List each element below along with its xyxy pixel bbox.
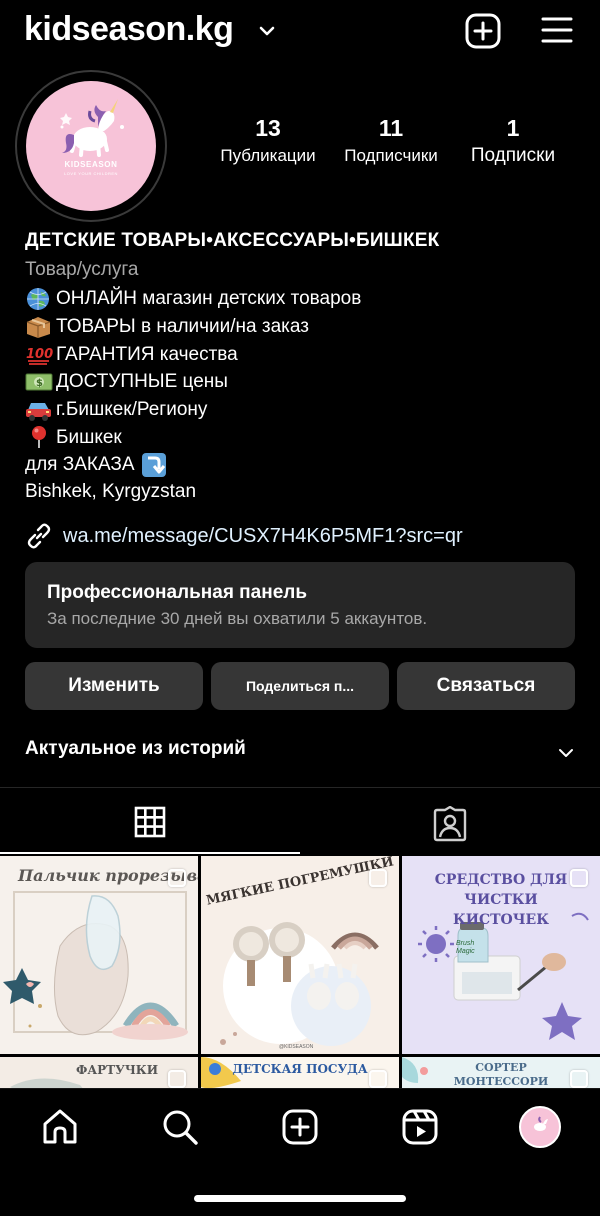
arrow-down-emoji-icon bbox=[141, 452, 166, 477]
hundred-points-emoji-icon: 100 bbox=[26, 347, 53, 366]
tab-posts-grid[interactable] bbox=[0, 788, 300, 854]
svg-text:$: $ bbox=[36, 378, 43, 389]
bio-line: $ ДОСТУПНЫЕ цены bbox=[25, 368, 361, 396]
bio-line: ТОВАРЫ в наличии/на заказ bbox=[25, 313, 361, 341]
globe-emoji-icon bbox=[27, 287, 49, 310]
tagged-person-icon bbox=[433, 806, 467, 842]
search-icon[interactable] bbox=[160, 1107, 200, 1147]
stat-following[interactable]: 1 Подписки bbox=[458, 113, 568, 169]
tab-tagged[interactable] bbox=[300, 788, 600, 854]
chevron-down-icon[interactable] bbox=[258, 22, 276, 40]
contact-button[interactable]: Связаться bbox=[397, 662, 575, 710]
stat-followers[interactable]: 11 Подписчики bbox=[334, 113, 448, 169]
link-icon bbox=[27, 523, 51, 549]
bio-line: Бишкек bbox=[25, 423, 361, 451]
unicorn-logo-icon bbox=[60, 99, 124, 157]
reels-icon[interactable] bbox=[400, 1107, 440, 1147]
pro-panel-subtitle: За последние 30 дней вы охватили 5 аккау… bbox=[47, 609, 428, 628]
stat-following-value: 1 bbox=[506, 115, 520, 141]
bio-line: для ЗАКАЗА bbox=[25, 451, 361, 479]
multi-photo-icon bbox=[369, 1070, 387, 1088]
grid-post[interactable]: МЯГКИЕ ПОГРЕМУШКИ @KIDSEASON bbox=[201, 856, 399, 1054]
mini-unicorn-icon bbox=[534, 1116, 548, 1131]
bio-line: ОНЛАЙН магазин детских товаров bbox=[25, 285, 361, 313]
plus-square-icon[interactable] bbox=[465, 13, 501, 49]
bio-line-text: ДОСТУПНЫЕ цены bbox=[56, 371, 228, 393]
profile-header: kidseason.kg bbox=[0, 0, 600, 62]
bio-link[interactable]: wa.me/message/CUSX7H4K6P5MF1?src=qr bbox=[25, 521, 463, 551]
bio-category: Товар/услуга bbox=[25, 259, 139, 280]
car-emoji-icon bbox=[26, 402, 51, 421]
active-tab-indicator bbox=[0, 852, 300, 854]
bio-line-text: Бишкек bbox=[56, 426, 122, 448]
multi-photo-icon bbox=[570, 869, 588, 887]
bio-line-text: ГАРАНТИЯ качества bbox=[56, 343, 238, 365]
bio-lines: ОНЛАЙН магазин детских товаров ТОВАРЫ в … bbox=[25, 285, 361, 479]
bio-line-text: г.Бишкек/Региону bbox=[56, 399, 208, 421]
bio-line-text: ТОВАРЫ в наличии/на заказ bbox=[56, 316, 309, 338]
share-profile-button[interactable]: Поделиться п... bbox=[211, 662, 389, 710]
avatar-brand-text: KIDSEASON bbox=[64, 160, 118, 169]
package-emoji-icon bbox=[26, 316, 51, 338]
pro-panel-title: Профессиональная панель bbox=[47, 582, 308, 603]
post-product-label: Brush Magic bbox=[456, 940, 475, 955]
home-icon[interactable] bbox=[40, 1107, 80, 1147]
bio-link-text[interactable]: wa.me/message/CUSX7H4K6P5MF1?src=qr bbox=[63, 525, 463, 548]
multi-photo-icon bbox=[168, 1070, 186, 1088]
avatar[interactable]: KIDSEASON LOVE YOUR CHILDREN bbox=[26, 81, 156, 211]
bio-line: г.Бишкек/Региону bbox=[25, 396, 361, 424]
bio-line: 100 ГАРАНТИЯ качества bbox=[25, 340, 361, 368]
stat-posts-label: Публикации bbox=[220, 146, 316, 165]
home-indicator[interactable] bbox=[194, 1195, 406, 1202]
stat-following-label: Подписки bbox=[470, 145, 556, 166]
chevron-down-icon[interactable] bbox=[558, 746, 574, 760]
dollar-banknote-emoji-icon: $ bbox=[25, 373, 53, 391]
multi-photo-icon bbox=[168, 869, 186, 887]
stat-followers-label: Подписчики bbox=[344, 146, 438, 165]
stat-followers-value: 11 bbox=[378, 115, 404, 141]
grid-icon bbox=[134, 806, 166, 838]
story-highlights-header[interactable]: Актуальное из историй bbox=[25, 738, 246, 760]
avatar-tagline: LOVE YOUR CHILDREN bbox=[64, 171, 118, 176]
create-icon[interactable] bbox=[280, 1107, 320, 1147]
bio-line-text: для ЗАКАЗА bbox=[25, 454, 135, 476]
multi-photo-icon bbox=[369, 869, 387, 887]
bio-name: ДЕТСКИЕ ТОВАРЫ•АКСЕССУАРЫ•БИШКЕК bbox=[25, 230, 440, 251]
stat-posts[interactable]: 13 Публикации bbox=[211, 113, 325, 169]
post-watermark: @KIDSEASON bbox=[279, 1044, 314, 1050]
stat-posts-value: 13 bbox=[255, 115, 281, 141]
svg-text:100: 100 bbox=[26, 347, 53, 362]
profile-avatar-icon[interactable] bbox=[519, 1106, 561, 1148]
professional-dashboard[interactable]: Профессиональная панель За последние 30 … bbox=[25, 562, 575, 648]
edit-profile-button[interactable]: Изменить bbox=[25, 662, 203, 710]
bio-line-text: ОНЛАЙН магазин детских товаров bbox=[56, 288, 362, 310]
multi-photo-icon bbox=[570, 1070, 588, 1088]
grid-post[interactable]: Пальчик прорезыватель bbox=[0, 856, 198, 1054]
grid-post[interactable]: СРЕДСТВО ДЛЯ ЧИСТКИ КИСТОЧЕК Brush Magic bbox=[402, 856, 600, 1054]
username[interactable]: kidseason.kg bbox=[24, 10, 234, 49]
hamburger-menu-icon[interactable] bbox=[541, 16, 573, 44]
round-pushpin-emoji-icon bbox=[32, 426, 46, 449]
bio-location: Bishkek, Kyrgyzstan bbox=[25, 481, 197, 502]
